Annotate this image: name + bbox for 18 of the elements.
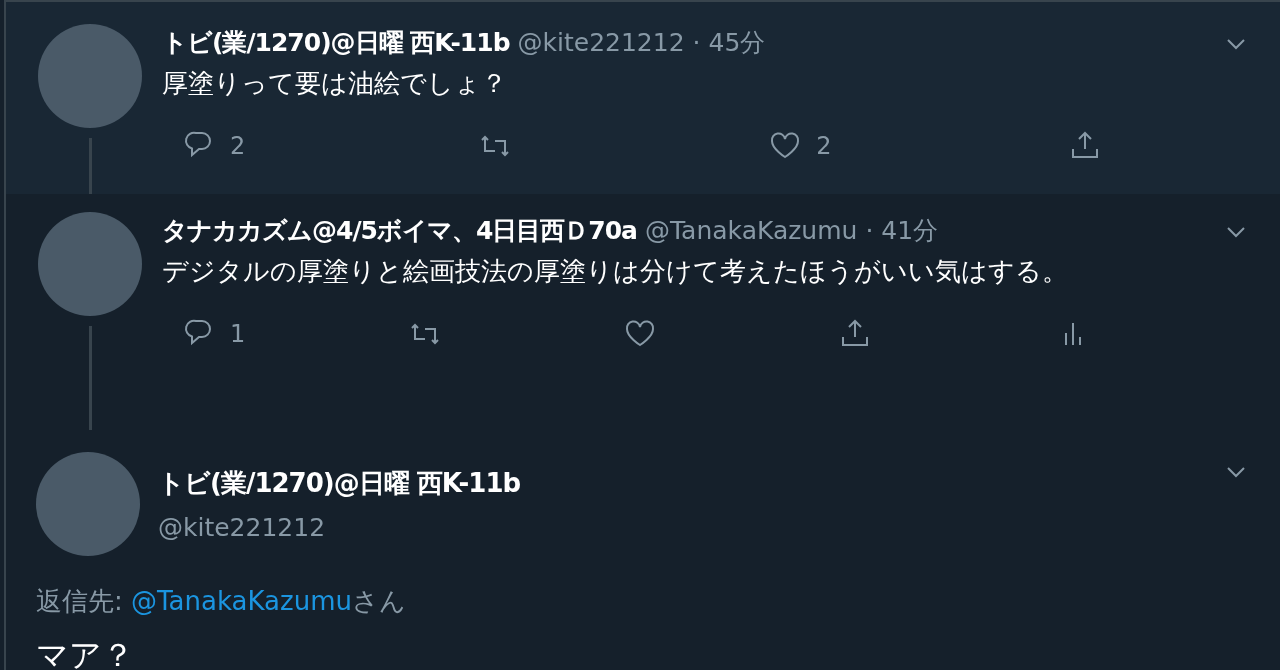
user-handle[interactable]: @kite221212 [158, 509, 1222, 547]
separator-dot: · [692, 27, 701, 59]
user-name[interactable]: トビ(業/1270)@日曜 西K-11b [162, 24, 510, 62]
reply-to-text: 返信先: @TanakaKazumuさん [36, 585, 407, 618]
reply-button[interactable]: 1 [182, 315, 246, 352]
like-button[interactable]: 2 [768, 127, 832, 164]
user-handle[interactable]: @TanakaKazumu [645, 212, 858, 250]
timestamp[interactable]: 41分 [881, 212, 939, 250]
user-name[interactable]: タナカカズム@4/5ボイマ、4日目西Ｄ70a [162, 212, 637, 250]
timestamp[interactable]: 45分 [708, 24, 766, 62]
separator-dot: · [865, 215, 874, 247]
reply-button[interactable]: 2 [182, 127, 246, 164]
tweet-text: 厚塗りって要は油絵でしょ？ [162, 66, 508, 100]
mention-link[interactable]: @TanakaKazumu [131, 586, 352, 616]
user-name[interactable]: トビ(業/1270)@日曜 西K-11b [158, 464, 1222, 503]
user-handle[interactable]: @kite221212 [517, 24, 685, 62]
tweet-text: マア？ [36, 635, 135, 670]
tweet-text: デジタルの厚塗りと絵画技法の厚塗りは分けて考えたほうがいい気はする。 [162, 254, 1069, 288]
